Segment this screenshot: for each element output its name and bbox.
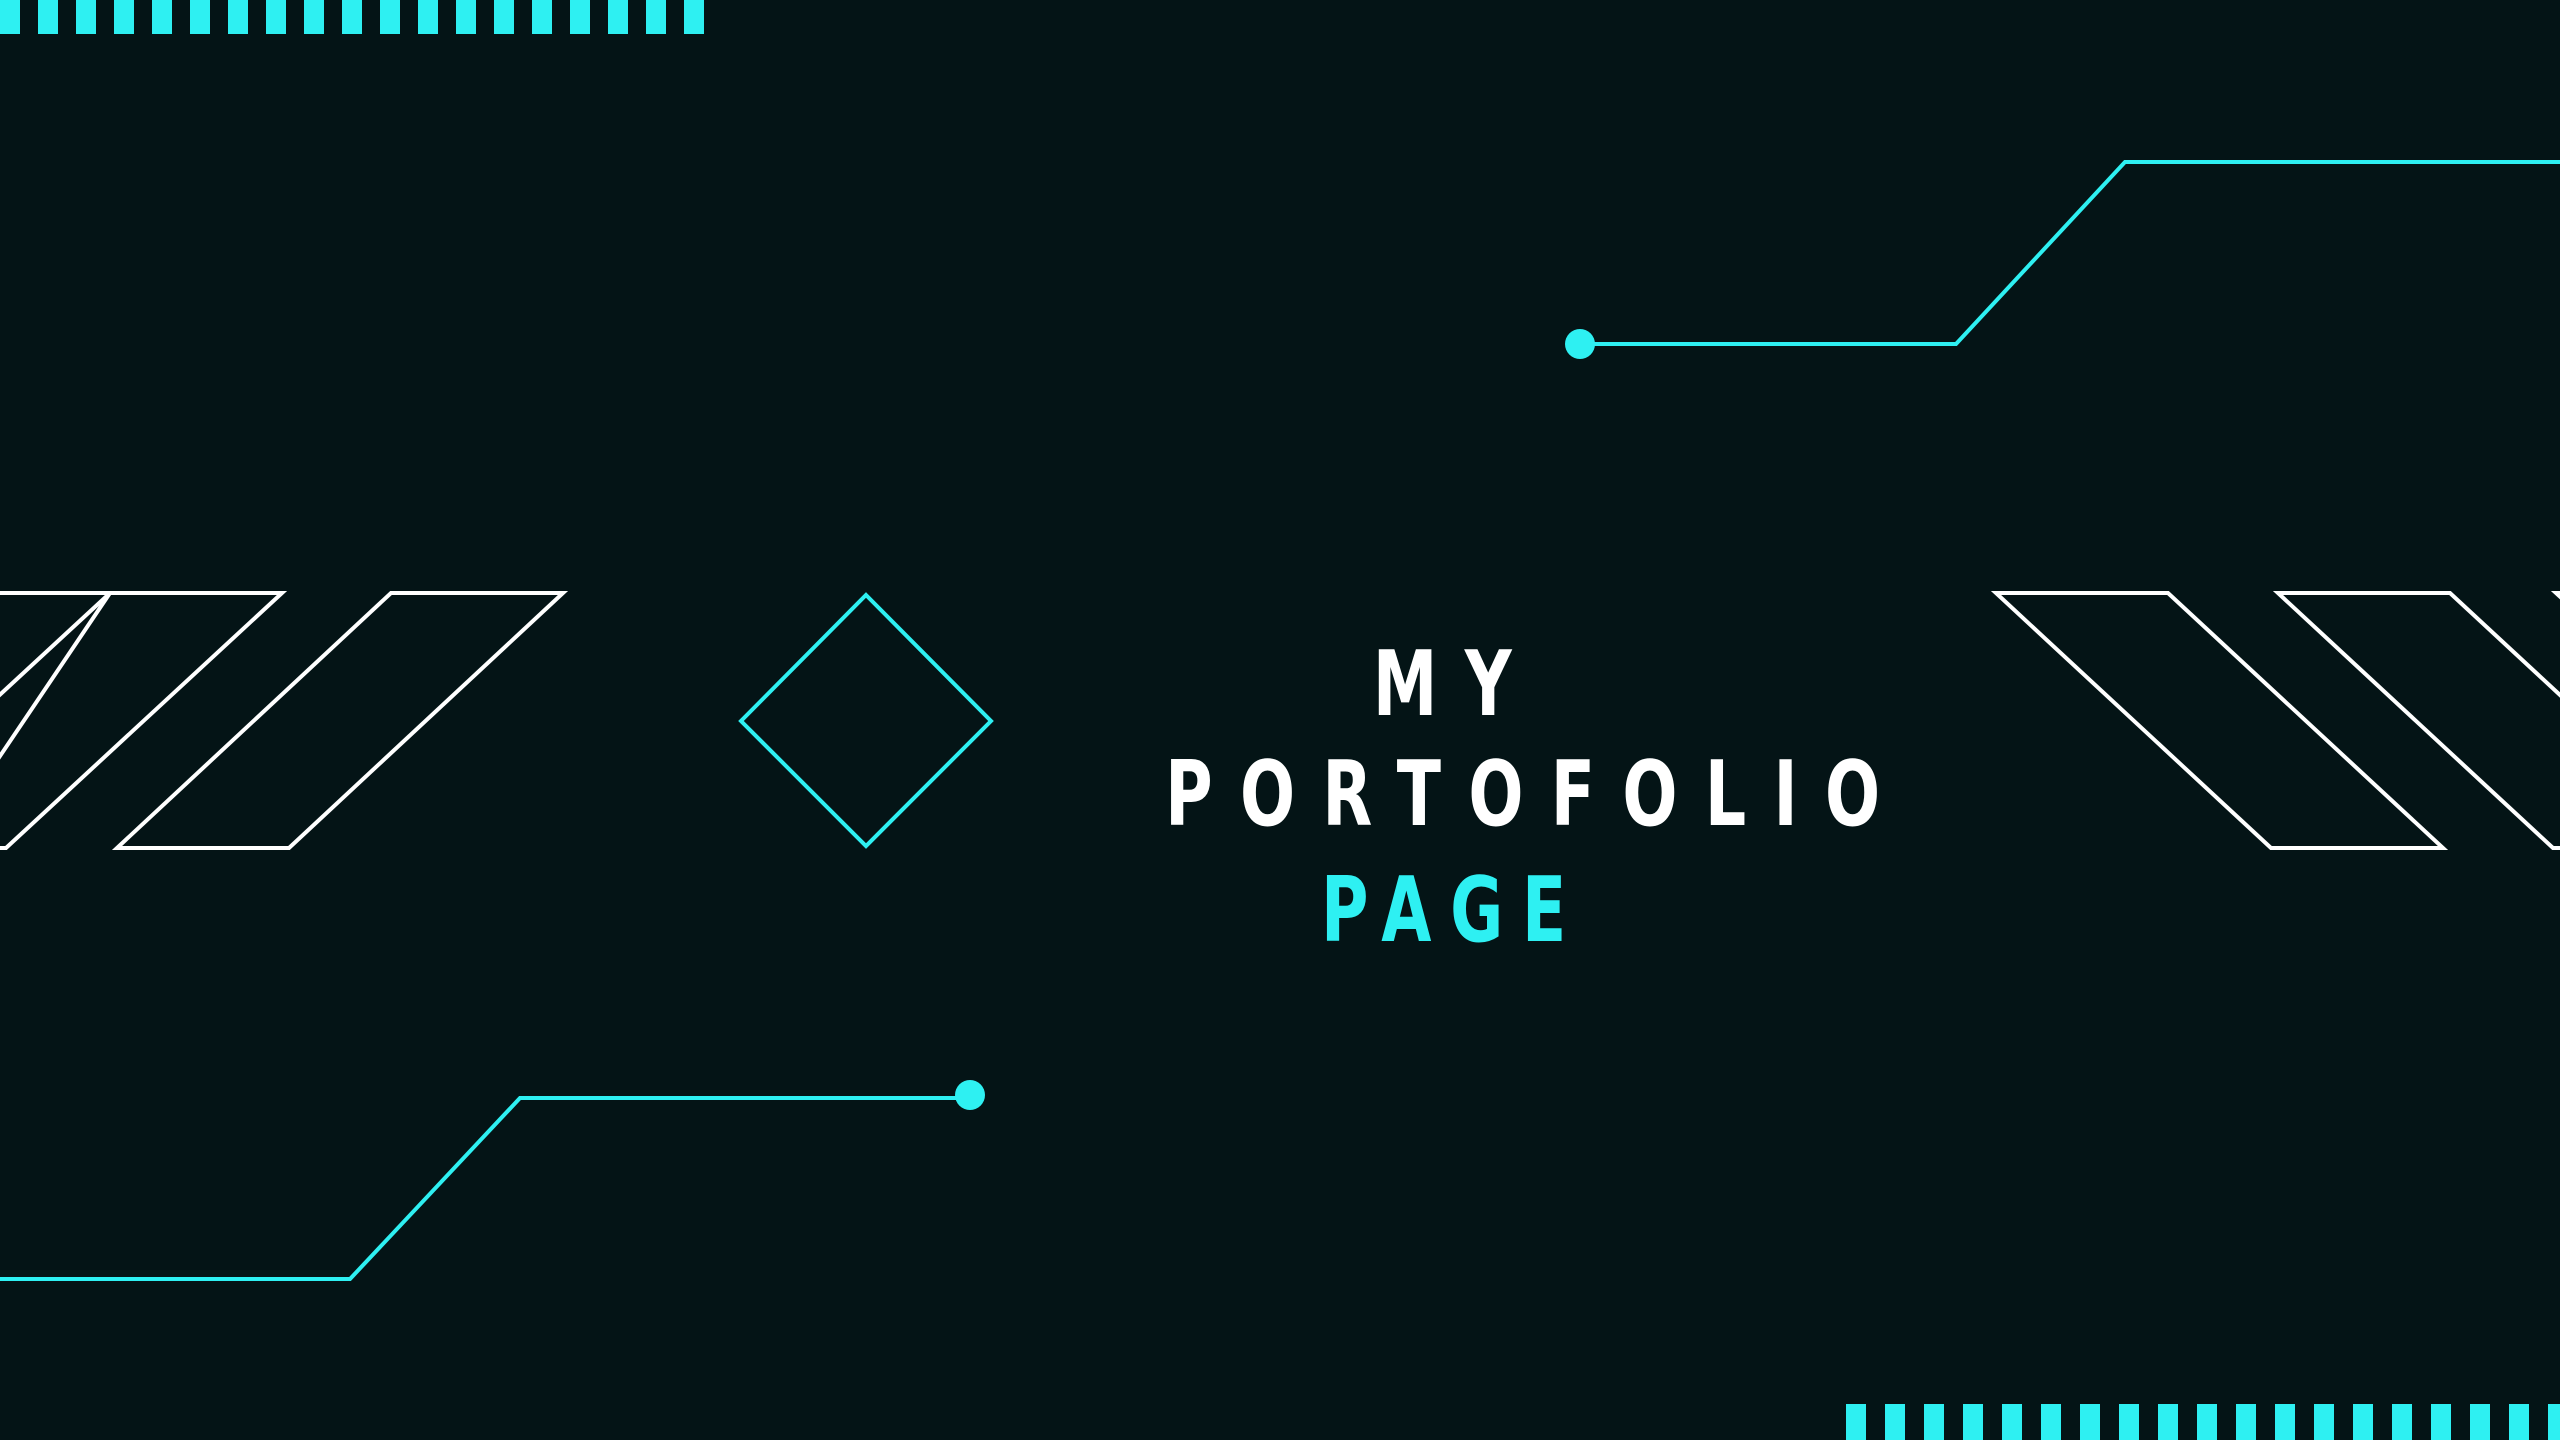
portfolio-banner: MY PORTOFOLIO PAGE [0,0,2560,1440]
diamond-outline-icon [738,592,994,849]
banner-title: MY PORTOFOLIO PAGE [1040,630,1908,966]
bottom-right-stripes [1846,1404,2560,1440]
title-line-my-portfolio: MY PORTOFOLIO [1165,632,1908,847]
top-right-circuit-line [1565,160,2560,359]
circuit-node-dot [955,1080,985,1110]
title-line-page: PAGE [1320,858,1586,963]
left-parallelograms [0,591,569,850]
bottom-left-circuit-line [0,1080,985,1281]
top-left-stripes [0,0,704,34]
circuit-node-dot [1565,329,1595,359]
right-parallelograms [1990,591,2560,850]
